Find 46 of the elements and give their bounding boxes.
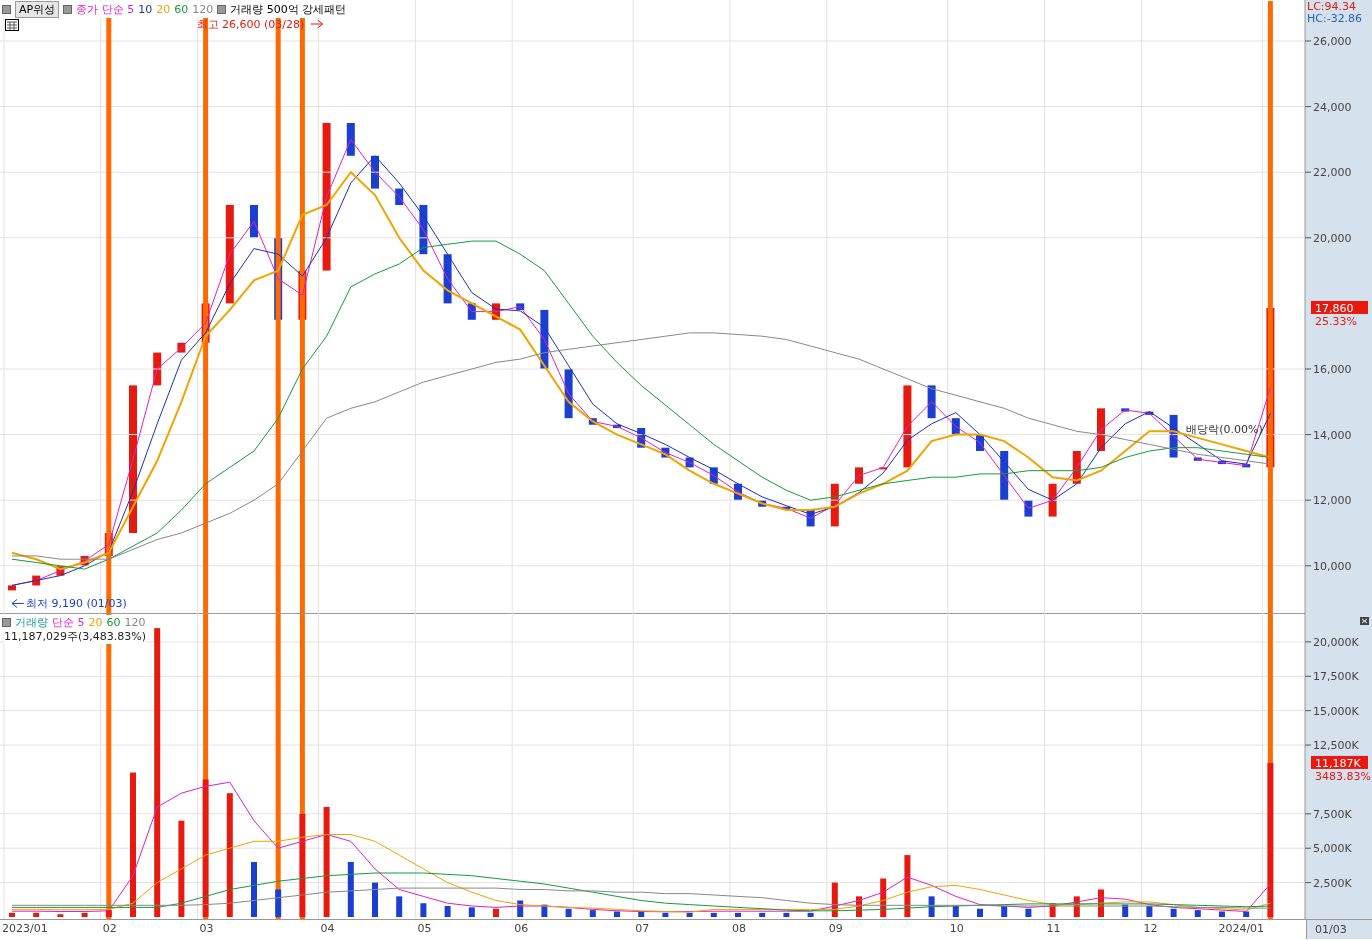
legend-item: 10 [138, 3, 153, 16]
date-label: 09 [828, 922, 843, 935]
axis-label: 22,000 [1313, 166, 1352, 180]
legend-item: 60 [106, 616, 121, 629]
axis-label: 17,500K [1313, 670, 1359, 684]
date-label: 07 [635, 922, 650, 935]
axis-label: 15,000K [1313, 704, 1359, 718]
date-label: 03 [199, 922, 214, 935]
date-label: 06 [514, 922, 529, 935]
axis-label: 5,000K [1313, 842, 1352, 856]
axis-label: 12,500K [1313, 739, 1359, 753]
axis-label: 16,000 [1313, 363, 1352, 376]
date-label: 08 [732, 922, 746, 935]
legend-item: 120 [124, 616, 146, 629]
date-label: 11 [1046, 922, 1061, 935]
axis-label: 20,000K [1313, 635, 1359, 649]
legend-item: 120 [192, 3, 214, 16]
axis-label: 12,000 [1313, 494, 1352, 508]
indicator-button[interactable]: AP위성 [15, 1, 60, 18]
hc-readout: HC:-32.86 [1307, 13, 1363, 25]
legend-item: 단순 5 [52, 615, 85, 630]
volume-change: 3483.83% [1315, 769, 1371, 783]
date-label: 05 [417, 922, 432, 935]
legend-item: 20 [88, 616, 103, 629]
axis-label: 20,000 [1313, 231, 1352, 245]
legend-item: 거래량 [15, 615, 48, 630]
date-label: 10 [949, 922, 964, 935]
axis-label: 26,000 [1313, 35, 1352, 48]
price-change: 25.33% [1315, 315, 1357, 328]
date-label: 2023/01 [2, 922, 48, 935]
axis-label: 14,000 [1313, 428, 1352, 442]
legend-item: 종가 단순 5 [76, 2, 135, 17]
lc-readout: LC:94.34 [1307, 1, 1357, 13]
axis-label: 10,000 [1313, 559, 1352, 573]
volume-summary: 11,187,029주(3,483.83%) [4, 629, 146, 644]
axis-label: 7,500K [1313, 807, 1352, 821]
date-label: 12 [1143, 922, 1158, 935]
date-label: 2024/01 [1218, 922, 1265, 935]
axis-label: 2,500K [1313, 876, 1352, 890]
date-label: 04 [320, 922, 335, 935]
legend-item: 20 [156, 3, 171, 16]
date-readout: 01/03 [1306, 920, 1372, 939]
date-label: 02 [102, 922, 117, 935]
axis-label: 24,000 [1313, 100, 1352, 114]
indicator-label: 거래량 500억 강세패턴 [230, 2, 347, 17]
legend-item: 60 [174, 3, 189, 16]
